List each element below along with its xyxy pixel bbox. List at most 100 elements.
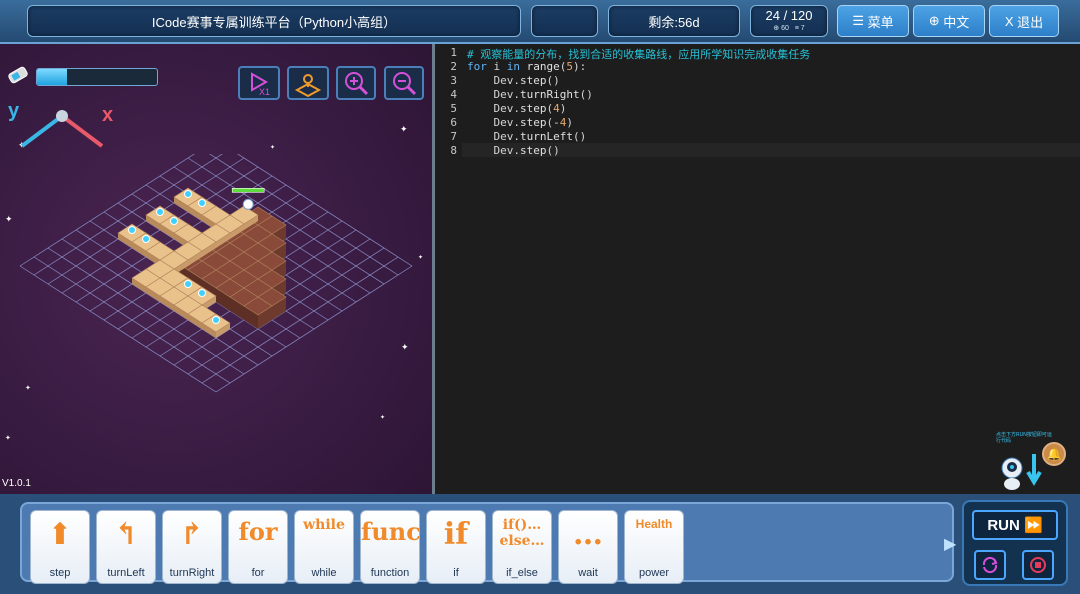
remaining-days-text: 剩余:56d [648,14,700,30]
energy-orb [212,316,220,324]
refresh-icon [982,556,998,574]
stop-icon [1030,557,1046,573]
top-bar: ICode赛事专属训练平台（Python小高组） 剩余:56d 24 / 120… [0,0,1080,44]
line-number: 1 [450,46,457,59]
energy-orb [156,208,164,216]
axis-indicator: y x [6,100,116,156]
robot-health-bar [231,187,265,193]
bell-icon[interactable]: 🔔 [1042,442,1066,466]
code-line[interactable]: Dev.turnLeft() [467,130,587,143]
block-turnRight[interactable]: ↱ turnRight [162,510,222,584]
block-label: while [311,567,337,579]
block-label: function [370,567,410,579]
exit-button[interactable]: X 退出 [989,5,1059,37]
energy-orb [184,280,192,288]
level-progress: 24 / 120 ⊕ 60 ≡ 7 [750,5,828,37]
list-count: 7 [800,25,805,32]
code-line[interactable]: for i in range(5): [467,60,586,73]
block-label: wait [578,567,598,579]
line-number: 5 [450,102,457,115]
code-line[interactable]: Dev.turnRight() [467,88,593,101]
block-label: if [453,567,459,579]
block-power[interactable]: Health power [624,510,684,584]
code-line[interactable]: Dev.step(-4) [467,116,574,129]
function-icon: func [361,517,421,546]
while-icon: while [303,517,345,533]
line-number: 2 [450,60,457,73]
block-label: step [49,567,71,579]
run-button[interactable]: RUN ⏩ [972,510,1058,540]
step-icon: ⬆ [47,517,73,552]
svg-text:X1: X1 [259,87,270,97]
block-label: if_else [506,567,538,579]
run-panel: RUN ⏩ [962,500,1068,586]
axis-x-label: x [102,104,114,126]
reset-button[interactable] [974,550,1006,580]
line-number: 8 [450,144,457,157]
line-number: 3 [450,74,457,87]
energy-bar-fill [37,69,67,85]
power-icon: Health [635,517,673,531]
menu-icon: ☰ [852,13,864,28]
line-number: 7 [450,130,457,143]
exit-button-label: 退出 [1017,14,1044,30]
map-icon [294,74,322,98]
star-count-icon: ⊕ [773,25,780,32]
star-decoration: ✦ [270,145,276,151]
fast-forward-icon: ⏩ [1023,517,1043,534]
reset-play-icon: X1 [251,72,270,97]
level-progress-sub: ⊕ 60 ≡ 7 [773,25,804,33]
star-count: 60 [781,25,789,32]
energy-orb [170,217,178,225]
close-icon: X [1004,13,1014,29]
code-blocks-panel: ⬆ step ↰ turnLeft ↱ turnRight for for while while… [20,502,954,584]
zoom-out-button[interactable] [384,66,424,100]
code-line[interactable]: Dev.step(4) [467,102,567,115]
if-icon: if [443,517,469,552]
dev-robot-icon [242,198,254,210]
code-editor[interactable]: 1 # 观察能量的分布，找到合适的收集路线，应用所学知识完成收集任务 2 for i … [435,44,1080,494]
block-turnLeft[interactable]: ↰ turnLeft [96,510,156,584]
zoom-in-icon [345,72,369,96]
energy-orb [128,226,136,234]
language-button-label: 中文 [943,14,970,30]
version-label: V1.0.1 [2,478,31,489]
map-button[interactable] [287,66,329,100]
block-label: turnLeft [107,567,145,579]
isometric-map [19,154,413,393]
blank-box [531,5,598,37]
zoom-in-button[interactable] [336,66,376,100]
line-number: 6 [450,116,457,129]
panel-expand-arrow[interactable]: ▶ [944,534,956,554]
code-line[interactable]: Dev.step() [467,144,560,157]
menu-button-label: 菜单 [867,14,894,30]
block-function[interactable]: func function [360,510,421,584]
line-number: 4 [450,88,457,101]
block-for[interactable]: for for [228,510,288,584]
block-step[interactable]: ⬆ step [30,510,90,584]
block-if-else[interactable]: if()…else… if_else [492,510,552,584]
for-icon: for [238,517,278,546]
menu-button[interactable]: ☰ 菜单 [837,5,909,37]
if-else-icon: if()…else… [499,517,545,549]
language-button[interactable]: ⊕ 中文 [913,5,985,37]
block-wait[interactable]: … wait [558,510,618,584]
block-if[interactable]: if if [426,510,486,584]
turnRight-icon: ↱ [179,517,205,552]
reset-play-button[interactable]: X1 [238,66,280,100]
assistant-robot[interactable]: 点击下方RUN按钮即可运行代码 🔔 [994,432,1074,492]
star-decoration: ✦ [400,124,408,134]
code-line[interactable]: Dev.step() [467,74,560,87]
level-progress-text: 24 / 120 [765,8,813,23]
block-label: for [251,567,265,579]
turnLeft-icon: ↰ [113,517,139,552]
game-scene[interactable]: ✦ ✦ ✦ ✦ ✦ ✦ ✦ ✦ ✦ X1 y x V1.0.1 [0,44,432,494]
energy-orb [142,235,150,243]
zoom-out-icon [393,72,417,96]
platform-title: ICode赛事专属训练平台（Python小高组） [27,5,521,37]
block-label: turnRight [169,567,215,579]
block-while[interactable]: while while [294,510,354,584]
stop-button[interactable] [1022,550,1054,580]
energy-battery-icon [6,64,32,86]
run-button-label: RUN [987,516,1020,534]
